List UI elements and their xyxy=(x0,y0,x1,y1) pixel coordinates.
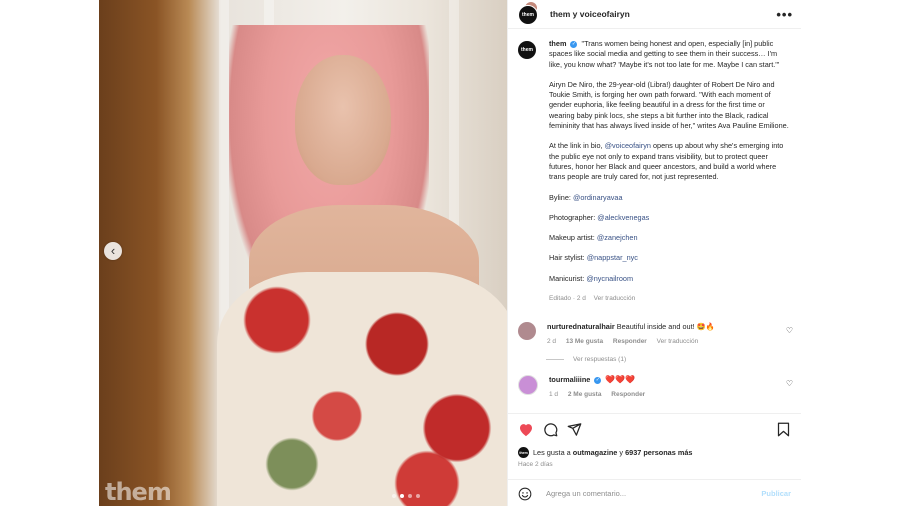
translate-link[interactable]: Ver traducción xyxy=(594,295,636,302)
comments-scroll[interactable]: them them ✓ "Trans women being honest an… xyxy=(508,29,801,411)
collab-avatars[interactable]: them xyxy=(518,1,540,25)
credit-handle[interactable]: @nycnailroom xyxy=(586,274,633,283)
caption-username[interactable]: them xyxy=(549,39,566,48)
caption-paragraph: Airyn De Niro, the 29-year-old (Libra!) … xyxy=(549,79,789,131)
credit-handle[interactable]: @aleckvenegas xyxy=(597,213,649,222)
reply-button[interactable]: Responder xyxy=(611,391,645,398)
credit-handle[interactable]: @ordinaryavaa xyxy=(573,193,623,202)
subject-face xyxy=(295,55,391,185)
likes-prefix: Les gusta a xyxy=(533,448,571,457)
comment-item: tourmaliiine ✓ ❤️❤️❤️ 1 d 2 Me gusta Res… xyxy=(508,375,801,400)
likes-count[interactable]: 6937 personas más xyxy=(625,448,692,457)
caption-text: At the link in bio, xyxy=(549,141,605,151)
post-side-panel: them them y voiceofairyn ••• them them ✓… xyxy=(507,0,801,506)
comment-time: 1 d xyxy=(549,391,559,399)
view-replies-label[interactable]: Ver respuestas (1) xyxy=(573,356,626,363)
post-actions xyxy=(508,413,801,444)
send-icon[interactable] xyxy=(566,421,582,437)
comment-username[interactable]: tourmaliiine xyxy=(549,375,590,384)
credit-label: Byline: xyxy=(549,192,573,202)
carousel-dot xyxy=(408,494,412,498)
heart-filled-icon[interactable] xyxy=(518,421,534,437)
avatar[interactable]: them xyxy=(518,447,529,458)
credits-list: Byline: @ordinaryavaa Photographer: @ale… xyxy=(549,193,791,284)
post-author[interactable]: them y voiceofairyn xyxy=(550,9,776,19)
carousel-dot xyxy=(416,494,420,498)
edited-label: Editado · 2 d xyxy=(549,295,586,303)
comment-username[interactable]: nurturednaturalhair xyxy=(547,322,615,331)
carousel-indicator xyxy=(392,494,420,498)
reply-button[interactable]: Responder xyxy=(613,338,647,345)
add-comment-bar: Publicar xyxy=(508,479,801,507)
avatar[interactable] xyxy=(518,322,536,341)
likes-summary: them Les gusta a outmagazine y 6937 pers… xyxy=(518,447,791,458)
carousel-dot xyxy=(392,494,396,498)
credit-label: Makeup artist: xyxy=(549,233,597,243)
credit-handle[interactable]: @nappstar_nyc xyxy=(587,253,638,262)
mention-link[interactable]: @voiceofairyn xyxy=(605,141,651,150)
comment-text: ❤️❤️❤️ xyxy=(605,375,636,385)
verified-badge-icon: ✓ xyxy=(594,376,602,384)
chevron-left-icon[interactable]: ‹ xyxy=(104,242,122,260)
bookmark-icon[interactable] xyxy=(775,421,791,437)
subject-floral-dress xyxy=(217,272,507,506)
publish-button[interactable]: Publicar xyxy=(761,489,791,498)
likes-user[interactable]: outmagazine xyxy=(573,448,618,457)
credit-label: Hair stylist: xyxy=(549,253,587,263)
comment-likes[interactable]: 13 Me gusta xyxy=(566,338,603,345)
caption-quote: "Trans women being honest and open, espe… xyxy=(549,39,780,69)
post-photo[interactable]: them xyxy=(99,0,507,506)
post-caption: them them ✓ "Trans women being honest an… xyxy=(508,29,801,304)
comment-text: Beautiful inside and out! 🤩🔥 xyxy=(616,322,715,332)
comment-like-icon[interactable]: ♡ xyxy=(786,379,793,388)
post-header: them them y voiceofairyn ••• xyxy=(508,0,801,29)
avatar[interactable]: them xyxy=(518,41,536,59)
likes-middle: y xyxy=(619,448,624,457)
more-horizontal-icon[interactable]: ••• xyxy=(776,7,793,22)
verified-badge-icon: ✓ xyxy=(570,40,578,48)
comment-likes[interactable]: 2 Me gusta xyxy=(568,391,602,398)
photo-watermark: them xyxy=(105,478,172,506)
avatar[interactable] xyxy=(518,375,538,396)
divider xyxy=(546,359,564,361)
caption-meta: Editado · 2 d Ver traducción xyxy=(549,294,791,304)
comment-input[interactable] xyxy=(544,488,762,499)
translate-link[interactable]: Ver traducción xyxy=(657,338,699,345)
comment-item: nurturednaturalhair Beautiful inside and… xyxy=(508,322,801,347)
comment-like-icon[interactable]: ♡ xyxy=(786,326,793,335)
credit-handle[interactable]: @zanejchen xyxy=(597,233,638,242)
credit-label: Photographer: xyxy=(549,212,598,222)
comment-icon[interactable] xyxy=(542,421,558,437)
avatar: them xyxy=(518,5,538,25)
credit-label: Manicurist: xyxy=(549,273,587,283)
post-timestamp: Hace 2 días xyxy=(518,461,553,468)
comment-time: 2 d xyxy=(547,338,557,346)
view-replies[interactable]: Ver respuestas (1) xyxy=(546,356,801,363)
smiley-icon[interactable] xyxy=(518,487,532,501)
carousel-dot-active xyxy=(400,494,404,498)
